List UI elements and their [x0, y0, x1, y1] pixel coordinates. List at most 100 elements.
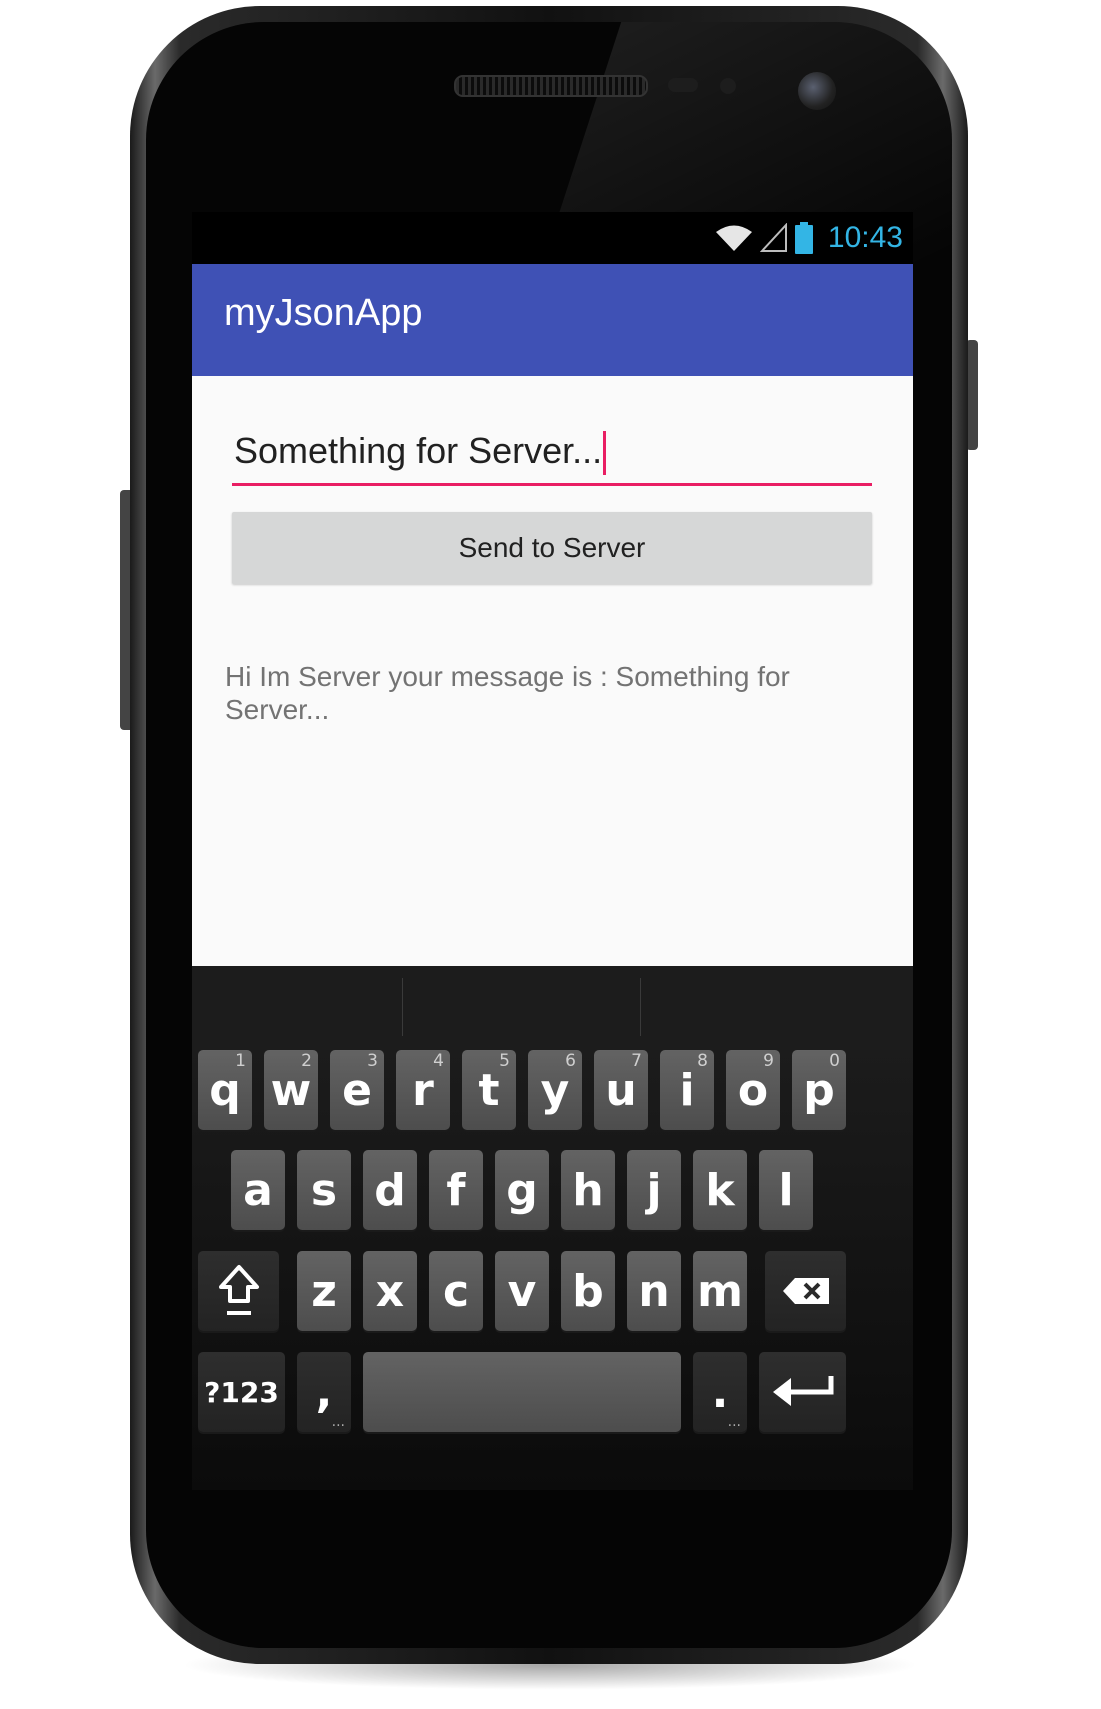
symbols-key-label: ?123 [204, 1375, 279, 1409]
key-label: d [374, 1164, 406, 1216]
key-n[interactable]: n [627, 1251, 681, 1331]
key-j[interactable]: j [627, 1150, 681, 1230]
backspace-key[interactable] [765, 1251, 846, 1331]
key-label: b [572, 1265, 604, 1317]
key-z[interactable]: z [297, 1251, 351, 1331]
key-d[interactable]: d [363, 1150, 417, 1230]
key-label: h [572, 1164, 604, 1216]
comma-key[interactable]: , ... [297, 1352, 351, 1432]
key-label: n [638, 1265, 670, 1317]
key-number-hint: 4 [433, 1051, 444, 1071]
key-f[interactable]: f [429, 1150, 483, 1230]
key-w[interactable]: w2 [264, 1050, 318, 1130]
key-number-hint: 3 [367, 1051, 378, 1071]
key-label: p [803, 1064, 835, 1116]
comma-more-hint: ... [331, 1414, 345, 1430]
shift-icon [218, 1265, 259, 1315]
key-label: r [412, 1064, 434, 1116]
app-toolbar: myJsonApp [192, 264, 913, 376]
key-g[interactable]: g [495, 1150, 549, 1230]
key-i[interactable]: i8 [660, 1050, 714, 1130]
key-label: x [375, 1265, 405, 1317]
key-m[interactable]: m [693, 1251, 747, 1331]
shift-key[interactable] [198, 1251, 279, 1331]
key-number-hint: 2 [301, 1051, 312, 1071]
key-u[interactable]: u7 [594, 1050, 648, 1130]
key-label: q [209, 1064, 241, 1116]
app-title: myJsonApp [224, 292, 423, 334]
status-bar: 10:43 [192, 212, 913, 264]
symbols-key[interactable]: ?123 [198, 1352, 285, 1432]
key-q[interactable]: q1 [198, 1050, 252, 1130]
enter-icon [772, 1376, 833, 1406]
front-camera [798, 72, 836, 110]
key-number-hint: 7 [631, 1051, 642, 1071]
status-clock: 10:43 [827, 221, 903, 254]
message-input-value: Something for Server... [234, 430, 603, 471]
key-y[interactable]: y6 [528, 1050, 582, 1130]
wifi-icon [715, 225, 752, 251]
key-label: k [705, 1164, 735, 1216]
key-label: z [311, 1265, 337, 1317]
text-cursor [603, 431, 607, 476]
key-p[interactable]: p0 [792, 1050, 846, 1130]
key-o[interactable]: o9 [726, 1050, 780, 1130]
key-label: y [540, 1064, 570, 1116]
soft-keyboard: q1w2e3r4t5y6u7i8o9p0 asdfghjkl zxcvbnm ?… [192, 966, 913, 1490]
input-underline [232, 483, 872, 486]
key-a[interactable]: a [231, 1150, 285, 1230]
backspace-icon [782, 1278, 829, 1304]
key-number-hint: 6 [565, 1051, 576, 1071]
key-label: i [679, 1064, 695, 1116]
suggestion-strip[interactable] [192, 966, 913, 1044]
key-label: u [605, 1064, 637, 1116]
key-label: e [342, 1064, 372, 1116]
key-label: t [478, 1064, 500, 1116]
key-l[interactable]: l [759, 1150, 813, 1230]
period-key[interactable]: . ... [693, 1352, 747, 1432]
key-label: s [310, 1164, 338, 1216]
period-key-label: . [711, 1366, 729, 1418]
key-s[interactable]: s [297, 1150, 351, 1230]
message-input[interactable]: Something for Server... [232, 426, 872, 486]
comma-key-label: , [315, 1366, 333, 1418]
battery-icon [794, 222, 813, 254]
light-sensor [720, 78, 736, 94]
key-c[interactable]: c [429, 1251, 483, 1331]
space-key[interactable] [363, 1352, 681, 1432]
period-more-hint: ... [727, 1414, 741, 1430]
key-number-hint: 1 [235, 1051, 246, 1071]
key-x[interactable]: x [363, 1251, 417, 1331]
key-k[interactable]: k [693, 1150, 747, 1230]
key-b[interactable]: b [561, 1251, 615, 1331]
key-label: a [243, 1164, 273, 1216]
key-label: v [507, 1265, 537, 1317]
key-number-hint: 0 [829, 1051, 840, 1071]
proximity-sensor [668, 78, 698, 92]
key-label: f [446, 1164, 466, 1216]
earpiece-speaker [454, 75, 648, 97]
key-label: m [697, 1265, 743, 1317]
key-label: g [506, 1164, 538, 1216]
key-number-hint: 8 [697, 1051, 708, 1071]
key-number-hint: 9 [763, 1051, 774, 1071]
server-response-text: Hi Im Server your message is : Something… [225, 661, 790, 725]
key-r[interactable]: r4 [396, 1050, 450, 1130]
key-v[interactable]: v [495, 1251, 549, 1331]
main-content: Something for Server... Send to Server H… [192, 376, 913, 966]
signal-icon [759, 223, 787, 252]
key-label: j [646, 1164, 662, 1216]
key-number-hint: 5 [499, 1051, 510, 1071]
key-label: w [270, 1064, 312, 1116]
message-input-text[interactable]: Something for Server... [234, 430, 607, 476]
key-label: l [778, 1164, 794, 1216]
device-screen: 10:43 myJsonApp Something for Server... … [192, 212, 913, 1490]
key-t[interactable]: t5 [462, 1050, 516, 1130]
key-h[interactable]: h [561, 1150, 615, 1230]
enter-key[interactable] [759, 1352, 846, 1432]
suggestion-divider [640, 978, 641, 1036]
suggestion-divider [402, 978, 403, 1036]
status-icons: 10:43 [714, 220, 903, 256]
send-to-server-button[interactable]: Send to Server [232, 512, 872, 584]
key-e[interactable]: e3 [330, 1050, 384, 1130]
